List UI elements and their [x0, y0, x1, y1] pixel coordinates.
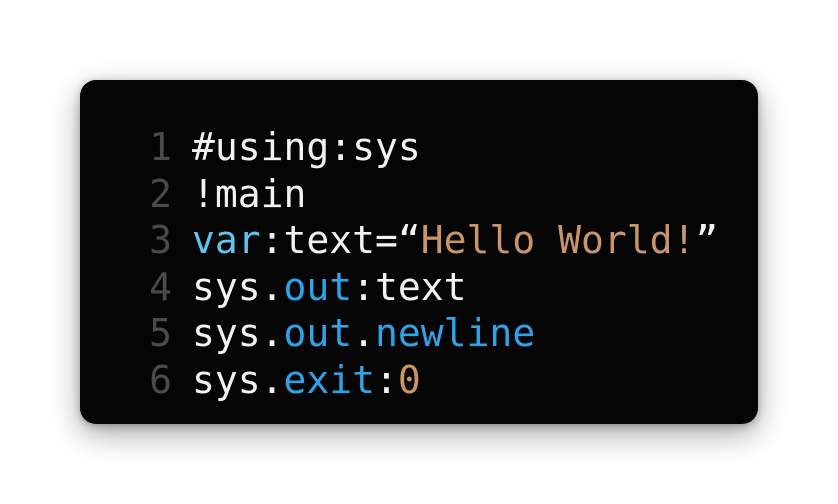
code-token-plain: : — [375, 357, 398, 402]
code-line: 6 sys.exit:0 — [80, 357, 758, 404]
page: 1 #using:sys 2 !main 3 var:text=“Hello World!… — [0, 0, 838, 504]
code-line: 4 sys.out:text — [80, 264, 758, 311]
code-line: 2 !main — [80, 171, 758, 218]
code-token-plain: ” — [695, 218, 719, 262]
code-token-keyword: var — [192, 218, 261, 262]
code-token-member: out — [283, 264, 353, 309]
line-number: 6 — [149, 357, 172, 402]
code-token-member: out — [283, 311, 353, 355]
code-token-plain: #using:sys — [192, 125, 421, 169]
line-code: sys.out.newline — [192, 310, 535, 357]
code-token-plain: . — [352, 311, 376, 355]
code-line: 5 sys.out.newline — [80, 310, 758, 357]
code-token-string: Hello World! — [420, 218, 696, 262]
line-number: 4 — [149, 264, 172, 309]
line-number: 5 — [149, 311, 172, 355]
code-token-plain: sys. — [192, 264, 284, 309]
line-code: #using:sys — [192, 124, 421, 171]
line-code: !main — [192, 171, 306, 218]
code-token-plain: :text — [352, 264, 467, 309]
line-code: var:text=“Hello World!” — [192, 217, 718, 264]
line-code: sys.exit:0 — [192, 357, 421, 404]
code-token-member: newline — [375, 311, 536, 355]
code-block: 1 #using:sys 2 !main 3 var:text=“Hello World!… — [80, 124, 758, 403]
code-token-plain: sys. — [192, 357, 284, 402]
code-token-plain: sys. — [192, 311, 284, 355]
code-line: 1 #using:sys — [80, 124, 758, 171]
code-token-plain: !main — [192, 171, 307, 216]
line-number: 1 — [149, 125, 172, 169]
code-token-plain: :text=“ — [260, 218, 421, 262]
code-token-number: 0 — [397, 357, 421, 402]
line-number: 2 — [149, 171, 172, 216]
line-number: 3 — [149, 218, 172, 262]
code-token-member: exit — [283, 357, 376, 402]
code-line: 3 var:text=“Hello World!” — [80, 217, 758, 264]
code-editor-window: 1 #using:sys 2 !main 3 var:text=“Hello World!… — [80, 80, 758, 424]
line-code: sys.out:text — [192, 264, 467, 311]
